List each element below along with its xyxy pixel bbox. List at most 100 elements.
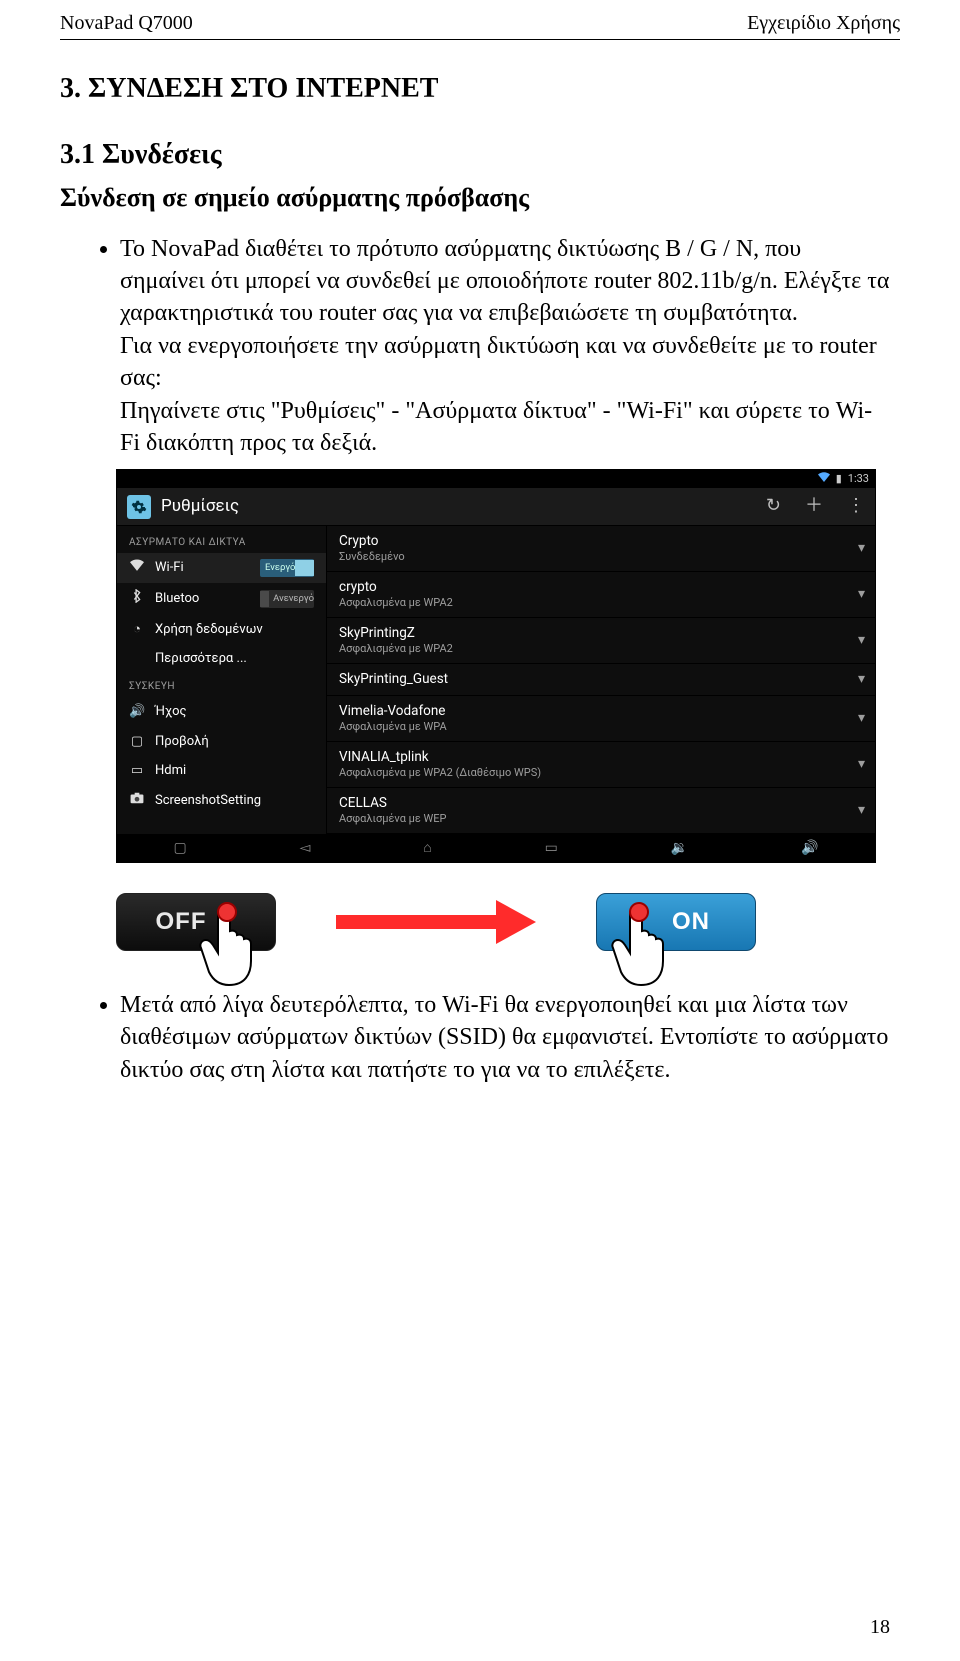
sidebar-item-label: Bluetoo [155, 590, 199, 608]
section-heading-main: 3. ΣΥΝΔΕΣΗ ΣΤΟ ΙΝΤΕΡΝΕΤ [60, 70, 900, 108]
display-icon: ▢ [129, 733, 145, 751]
wifi-network-item[interactable]: Vimelia-Vodafone Ασφαλισμένα με WPA ▾ [327, 696, 875, 742]
section-heading-sub: 3.1 Συνδέσεις [60, 136, 900, 174]
system-navbar: ▢ ◅ ⌂ ▭ 🔉 🔊 [117, 834, 875, 862]
signal-icon: ▾ [858, 670, 865, 689]
status-bar: ▮ 1:33 [117, 470, 875, 488]
wifi-icon [129, 559, 145, 577]
para: Πηγαίνετε στις "Ρυθμίσεις" - "Ασύρματα δ… [120, 398, 872, 456]
sidebar-section-header: ΑΣΥΡΜΑΤΟ ΚΑΙ ΔΙΚΤΥΑ [117, 530, 326, 554]
status-time: 1:33 [848, 472, 869, 487]
para: Το NovaPad διαθέτει το πρότυπο ασύρματης… [120, 236, 889, 327]
toggle-on-label: ON [672, 906, 710, 938]
android-settings-screenshot: ▮ 1:33 Ρυθμίσεις ↻ ＋ ⋮ ΑΣΥΡΜΑΤΟ ΚΑΙ ΔΙΚΤ… [116, 469, 876, 863]
wifi-toggle[interactable]: Ενεργό [260, 559, 314, 577]
titlebar-actions: ↻ ＋ ⋮ [766, 494, 865, 518]
list-item: Το NovaPad διαθέτει το πρότυπο ασύρματης… [120, 233, 900, 460]
hand-pointer-icon [195, 900, 265, 990]
signal-icon: ▾ [858, 585, 865, 604]
nav-recent-icon[interactable]: ▭ [545, 839, 558, 858]
sidebar-item-label: Χρήση δεδομένων [155, 621, 263, 639]
wifi-network-name: Crypto [339, 532, 858, 550]
wifi-network-name: VINALIA_tplink [339, 748, 858, 766]
wifi-network-item[interactable]: VINALIA_tplink Ασφαλισμένα με WPA2 (Διαθ… [327, 742, 875, 788]
wifi-network-name: SkyPrinting_Guest [339, 670, 858, 688]
sidebar-item-more[interactable]: Περισσότερα ... [117, 644, 326, 674]
toggle-label: Ανενεργό [269, 590, 314, 608]
wifi-network-item[interactable]: SkyPrintingZ Ασφαλισμένα με WPA2 ▾ [327, 618, 875, 664]
sidebar-item-label: Ήχος [155, 703, 187, 721]
page-header: NovaPad Q7000 Εγχειρίδιο Χρήσης [60, 10, 900, 40]
page-number: 18 [870, 1614, 890, 1641]
signal-icon: ▾ [858, 631, 865, 650]
wifi-network-item[interactable]: SkyPrinting_Guest ▾ [327, 664, 875, 696]
document-page: NovaPad Q7000 Εγχειρίδιο Χρήσης 3. ΣΥΝΔΕ… [0, 0, 960, 1661]
wifi-network-sub: Ασφαλισμένα με WEP [339, 812, 858, 827]
wifi-network-item[interactable]: CELLAS Ασφαλισμένα με WEP ▾ [327, 788, 875, 834]
wifi-network-sub: Ασφαλισμένα με WPA2 [339, 642, 858, 657]
wifi-network-sub: Ασφαλισμένα με WPA2 (Διαθέσιμο WPS) [339, 766, 858, 781]
sidebar-item-label: Wi-Fi [155, 559, 184, 577]
battery-icon: ▮ [836, 472, 842, 487]
data-usage-icon: ◔ [129, 621, 145, 639]
toggle-illustration: OFF ON [116, 893, 900, 951]
sidebar-section-header: ΣΥΣΚΕΥΗ [117, 674, 326, 698]
wifi-network-list: Crypto Συνδεδεμένο ▾ crypto Ασφαλισμένα … [327, 526, 875, 834]
wifi-network-name: Vimelia-Vodafone [339, 702, 858, 720]
nav-volume-up-icon[interactable]: 🔊 [801, 839, 818, 858]
notifications-icon[interactable]: ▢ [173, 839, 186, 858]
sound-icon: 🔊 [129, 703, 145, 721]
signal-icon: ▾ [858, 801, 865, 820]
sidebar-item-label: Hdmi [155, 762, 186, 780]
settings-title: Ρυθμίσεις [161, 495, 239, 518]
para: Για να ενεργοποιήσετε την ασύρματη δικτύ… [120, 333, 877, 391]
list-item: Μετά από λίγα δευτερόλεπτα, το Wi-Fi θα … [120, 989, 900, 1086]
wifi-network-sub: Ασφαλισμένα με WPA [339, 720, 858, 735]
bullet-list-1: Το NovaPad διαθέτει το πρότυπο ασύρματης… [60, 233, 900, 460]
arrow-right-icon [336, 900, 536, 944]
hdmi-icon: ▭ [129, 762, 145, 780]
sidebar-item-screenshot-setting[interactable]: ScreenshotSetting [117, 786, 326, 816]
toggle-label: Ενεργό [260, 559, 295, 577]
sidebar-item-hdmi[interactable]: ▭ Hdmi [117, 756, 326, 786]
wifi-network-sub: Ασφαλισμένα με WPA2 [339, 596, 858, 611]
overflow-menu-icon[interactable]: ⋮ [847, 494, 865, 518]
signal-icon: ▾ [858, 755, 865, 774]
subsection-title: Σύνδεση σε σημείο ασύρματης πρόσβασης [60, 180, 900, 215]
signal-icon: ▾ [858, 709, 865, 728]
camera-icon [129, 792, 145, 810]
bullet-list-2: Μετά από λίγα δευτερόλεπτα, το Wi-Fi θα … [60, 989, 900, 1086]
wifi-network-item[interactable]: Crypto Συνδεδεμένο ▾ [327, 526, 875, 572]
bluetooth-toggle[interactable]: Ανενεργό [260, 590, 314, 608]
wifi-network-name: SkyPrintingZ [339, 624, 858, 642]
header-left: NovaPad Q7000 [60, 10, 193, 37]
sidebar-item-label: Περισσότερα ... [155, 650, 247, 668]
settings-app-icon [127, 495, 151, 519]
sidebar-item-label: Προβολή [155, 733, 209, 751]
wifi-icon [818, 472, 830, 487]
wifi-network-name: CELLAS [339, 794, 858, 812]
nav-back-icon[interactable]: ◅ [300, 839, 311, 858]
toggle-button-on: ON [596, 893, 756, 951]
toggle-thumb [260, 591, 269, 607]
add-icon[interactable]: ＋ [805, 494, 823, 518]
settings-titlebar: Ρυθμίσεις ↻ ＋ ⋮ [117, 488, 875, 525]
sidebar-item-bluetooth[interactable]: Bluetoo Ανενεργό [117, 583, 326, 615]
sidebar-item-sound[interactable]: 🔊 Ήχος [117, 697, 326, 727]
wifi-network-name: crypto [339, 578, 858, 596]
wifi-network-item[interactable]: crypto Ασφαλισμένα με WPA2 ▾ [327, 572, 875, 618]
para: Μετά από λίγα δευτερόλεπτα, το Wi-Fi θα … [120, 989, 900, 1086]
sidebar-item-data-usage[interactable]: ◔ Χρήση δεδομένων [117, 615, 326, 645]
nav-home-icon[interactable]: ⌂ [423, 839, 431, 858]
hand-pointer-icon [607, 900, 677, 990]
nav-volume-down-icon[interactable]: 🔉 [671, 839, 688, 858]
settings-sidebar: ΑΣΥΡΜΑΤΟ ΚΑΙ ΔΙΚΤΥΑ Wi-Fi Ενεργό B [117, 526, 327, 834]
wifi-network-sub: Συνδεδεμένο [339, 550, 858, 565]
sidebar-item-wifi[interactable]: Wi-Fi Ενεργό [117, 553, 326, 583]
sidebar-item-label: ScreenshotSetting [155, 792, 261, 810]
signal-icon: ▾ [858, 539, 865, 558]
refresh-icon[interactable]: ↻ [766, 494, 781, 518]
sidebar-item-display[interactable]: ▢ Προβολή [117, 727, 326, 757]
header-right: Εγχειρίδιο Χρήσης [747, 10, 900, 37]
toggle-button-off: OFF [116, 893, 276, 951]
